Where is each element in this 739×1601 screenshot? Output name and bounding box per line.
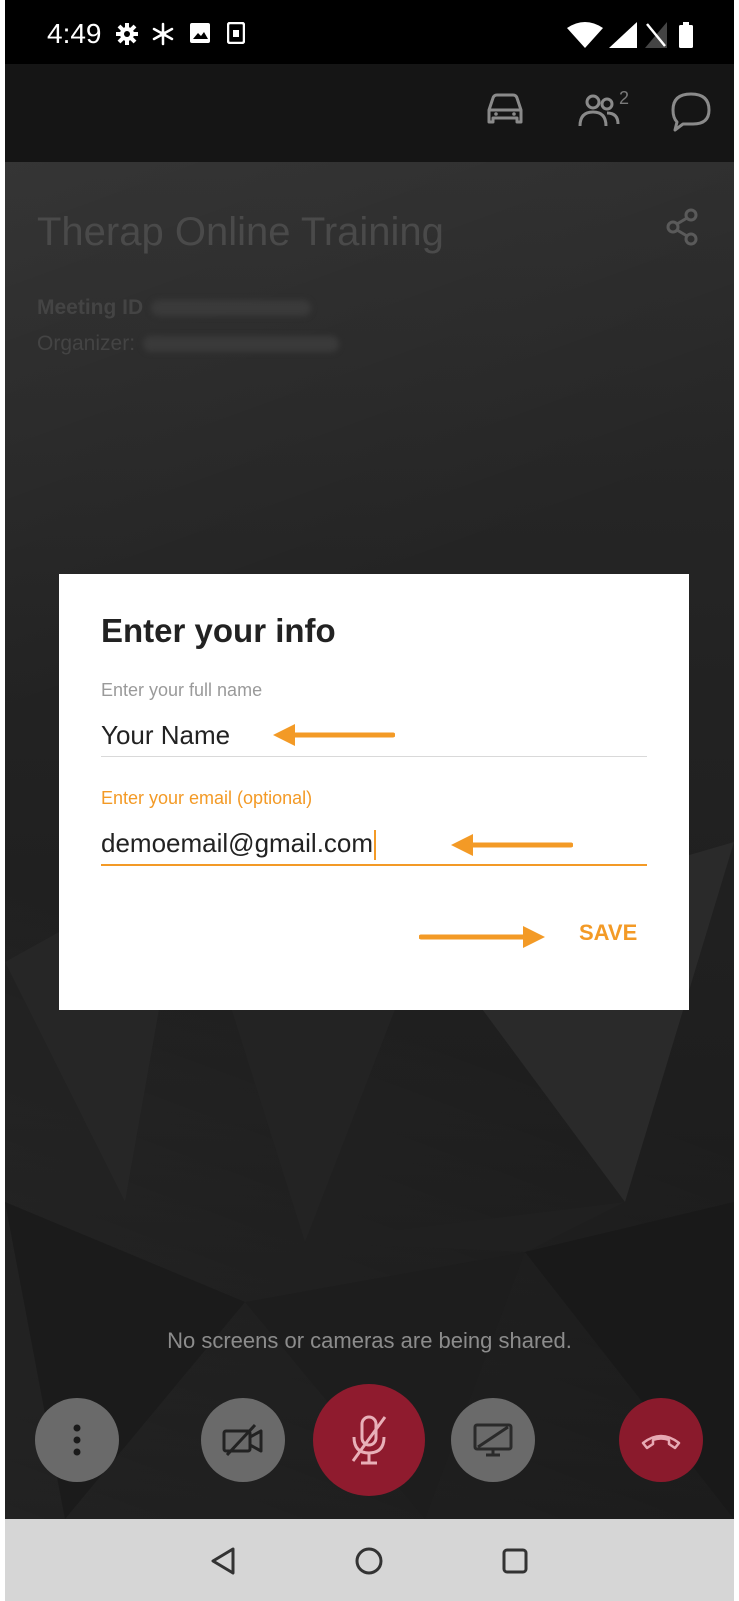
back-icon bbox=[211, 1547, 235, 1575]
status-bar: 4:49 bbox=[5, 0, 734, 64]
text-cursor bbox=[374, 830, 377, 861]
enter-info-dialog: Enter your info Enter your full name You… bbox=[59, 574, 689, 1010]
screen-share-off-icon bbox=[473, 1423, 513, 1457]
organizer-row: Organizer: bbox=[37, 332, 340, 356]
phone-screen: 4:49 2 Therap Online Training Meeting ID… bbox=[5, 0, 734, 1601]
battery-icon bbox=[679, 22, 693, 48]
name-input[interactable]: Your Name bbox=[101, 720, 230, 751]
car-mode-icon[interactable] bbox=[483, 90, 527, 130]
arrow-left-icon bbox=[273, 724, 395, 746]
recents-icon bbox=[502, 1548, 528, 1574]
meeting-title: Therap Online Training bbox=[37, 210, 444, 254]
email-input-value: demoemail@gmail.com bbox=[101, 828, 374, 858]
meeting-top-bar: 2 bbox=[5, 64, 734, 162]
organizer-redacted bbox=[143, 336, 340, 353]
home-button[interactable] bbox=[347, 1539, 391, 1583]
share-icon[interactable] bbox=[665, 208, 699, 246]
screen-share-button[interactable] bbox=[451, 1398, 535, 1482]
meeting-id-label: Meeting ID bbox=[37, 296, 144, 319]
more-options-icon bbox=[73, 1424, 81, 1456]
recents-button[interactable] bbox=[493, 1539, 537, 1583]
end-call-icon bbox=[641, 1434, 681, 1450]
email-field-label: Enter your email (optional) bbox=[101, 788, 313, 808]
dialog-title: Enter your info bbox=[101, 612, 336, 649]
save-button[interactable]: SAVE bbox=[579, 920, 637, 946]
mic-muted-icon bbox=[351, 1415, 387, 1465]
system-nav-bar bbox=[5, 1519, 734, 1601]
camera-off-icon bbox=[222, 1423, 263, 1457]
camera-toggle-button[interactable] bbox=[201, 1398, 285, 1482]
signal-icon bbox=[609, 22, 637, 48]
settings-icon bbox=[116, 23, 138, 45]
more-options-button[interactable] bbox=[35, 1398, 119, 1482]
name-field-underline bbox=[101, 756, 647, 757]
no-share-message: No screens or cameras are being shared. bbox=[167, 1328, 572, 1353]
wifi-icon bbox=[567, 22, 603, 48]
name-field-label: Enter your full name bbox=[101, 680, 263, 700]
home-icon bbox=[355, 1547, 383, 1575]
email-input[interactable]: demoemail@gmail.com bbox=[101, 828, 377, 861]
meeting-id-row: Meeting ID bbox=[37, 296, 312, 320]
participants-count: 2 bbox=[619, 88, 630, 108]
status-time: 4:49 bbox=[47, 18, 102, 49]
back-button[interactable] bbox=[201, 1539, 245, 1583]
organizer-label: Organizer: bbox=[37, 332, 136, 355]
email-field-underline bbox=[101, 864, 647, 866]
no-sim-icon bbox=[645, 22, 667, 48]
meeting-id-redacted bbox=[151, 300, 312, 317]
arrow-left-icon bbox=[451, 834, 573, 856]
image-icon bbox=[190, 23, 210, 43]
mic-toggle-button[interactable] bbox=[313, 1384, 425, 1496]
sim-icon bbox=[227, 22, 245, 44]
end-call-button[interactable] bbox=[619, 1398, 703, 1482]
chat-icon[interactable] bbox=[669, 90, 713, 132]
participants-icon[interactable] bbox=[577, 90, 623, 132]
arrow-right-icon bbox=[419, 926, 545, 948]
snowflake-icon bbox=[152, 22, 174, 46]
